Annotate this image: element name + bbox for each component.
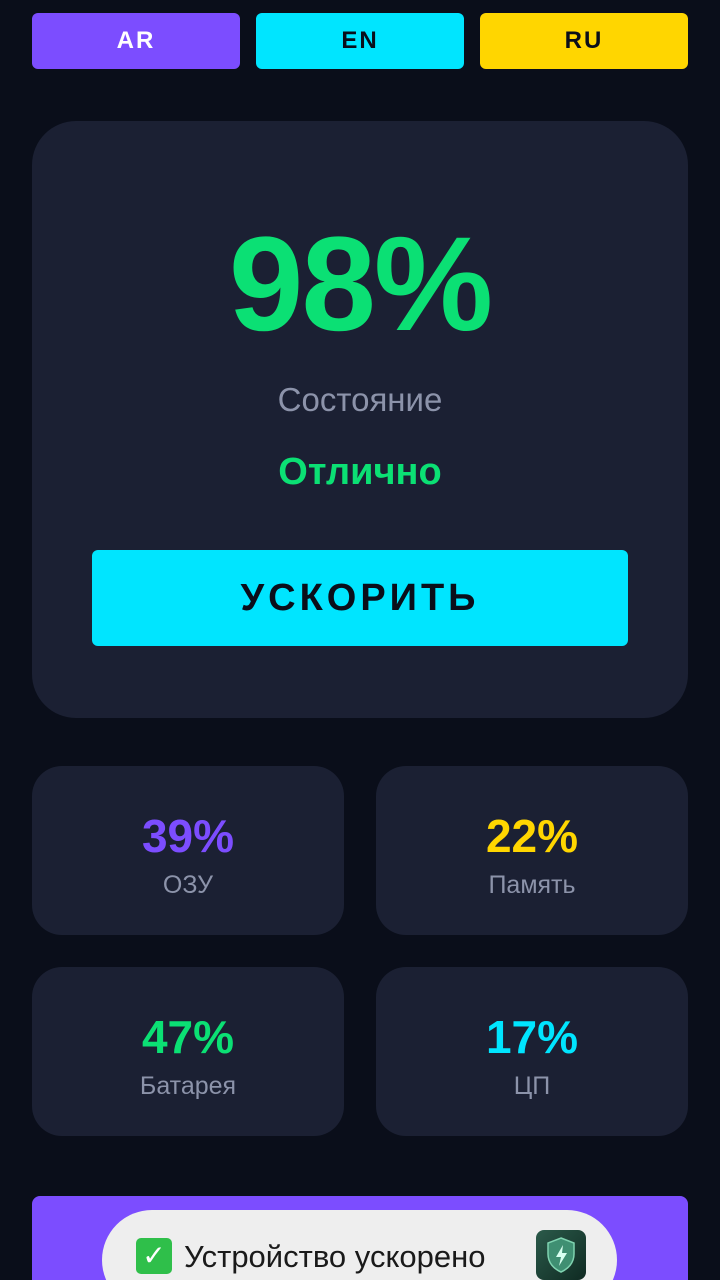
stat-value: 47%: [141, 1011, 235, 1063]
language-button-en[interactable]: EN: [256, 13, 464, 69]
stat-label: ЦП: [513, 1072, 551, 1100]
state-label: Состояние: [277, 381, 443, 418]
check-mark-icon: ✓: [136, 1238, 172, 1274]
stat-label: Батарея: [139, 1072, 237, 1100]
stat-card-cpu: 17% ЦП: [376, 967, 688, 1136]
stat-card-storage: 22% Память: [376, 766, 688, 935]
stat-label: Память: [488, 871, 576, 899]
stat-value: 22%: [485, 810, 579, 862]
stat-value: 39%: [141, 810, 235, 862]
toast-notification: ✓ Устройство ускорено: [102, 1210, 617, 1280]
stat-label: ОЗУ: [162, 871, 214, 899]
app-screen: AR EN RU 98% Состояние Отлично УСКОРИТЬ …: [0, 0, 720, 1280]
stat-card-battery: 47% Батарея: [32, 967, 344, 1136]
language-button-ru[interactable]: RU: [480, 13, 688, 69]
stat-card-ram: 39% ОЗУ: [32, 766, 344, 935]
shield-bolt-icon: [536, 1230, 586, 1280]
toast-message: Устройство ускорено: [184, 1239, 486, 1274]
state-value: Отлично: [278, 451, 442, 493]
boost-button[interactable]: УСКОРИТЬ: [92, 550, 628, 646]
language-selector: AR EN RU: [32, 13, 688, 69]
health-score: 98%: [228, 210, 493, 359]
stat-value: 17%: [485, 1011, 579, 1063]
language-button-ar[interactable]: AR: [32, 13, 240, 69]
